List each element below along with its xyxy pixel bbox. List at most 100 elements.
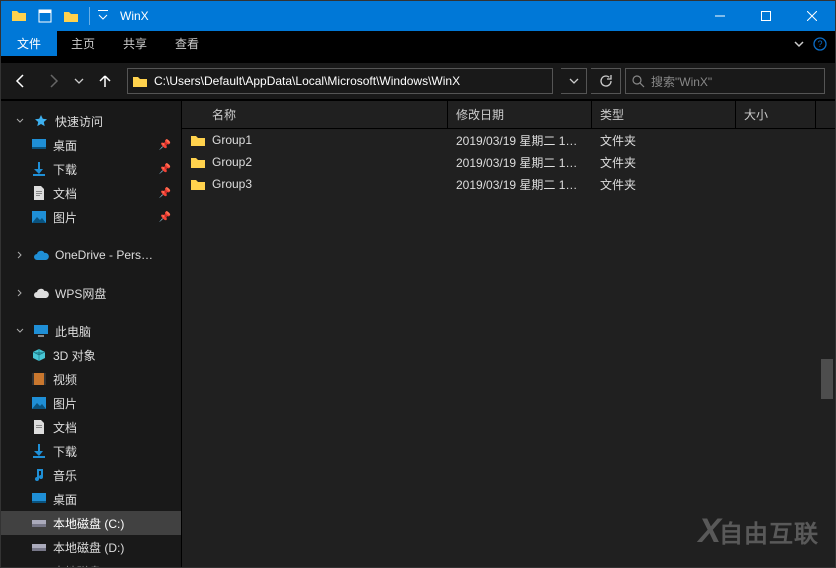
sidebar-item-label: 此电脑 [55,323,91,340]
desktop-icon [31,137,47,153]
sidebar-item-videos[interactable]: 视频 [1,367,181,391]
sidebar-item-label: 下载 [53,161,77,178]
sidebar-item-3d-objects[interactable]: 3D 对象 [1,343,181,367]
sidebar-item-this-pc[interactable]: 此电脑 [1,319,181,343]
close-button[interactable] [789,1,835,31]
pictures-icon [31,395,47,411]
folder-app-icon [7,4,31,28]
address-history-button[interactable] [561,68,587,94]
tab-share[interactable]: 共享 [109,31,161,56]
help-icon[interactable]: ? [813,37,827,51]
chevron-right-icon[interactable] [13,251,27,259]
sidebar-item-label: 桌面 [53,137,77,154]
sidebar-item-downloads2[interactable]: 下载 [1,439,181,463]
sidebar-item-quick-access[interactable]: 快速访问 [1,109,181,133]
file-row[interactable]: Group3 2019/03/19 星期二 1… 文件夹 [182,173,835,195]
column-header-name[interactable]: 名称 [182,101,448,128]
search-box[interactable]: 搜索"WinX" [625,68,825,94]
tab-view[interactable]: 查看 [161,31,213,56]
download-icon [31,443,47,459]
cube-icon [31,347,47,363]
scrollbar[interactable] [819,129,835,567]
sidebar-item-pictures[interactable]: 图片 📌 [1,205,181,229]
pictures-icon [31,209,47,225]
file-date: 2019/03/19 星期二 1… [448,154,592,171]
sidebar-item-documents2[interactable]: 文档 [1,415,181,439]
back-button[interactable] [7,68,35,94]
pc-icon [33,323,49,339]
sidebar-item-desktop[interactable]: 桌面 📌 [1,133,181,157]
new-folder-icon[interactable] [59,4,83,28]
ribbon-tabs: 文件 主页 共享 查看 ? [1,31,835,57]
sidebar-item-wps[interactable]: WPS网盘 [1,281,181,305]
titlebar: WinX [1,1,835,31]
sidebar-item-label: 文档 [53,419,77,436]
refresh-button[interactable] [591,68,621,94]
sidebar-item-label: 音乐 [53,467,77,484]
file-tab[interactable]: 文件 [1,31,57,56]
column-header-type[interactable]: 类型 [592,101,736,128]
qat-dropdown-icon[interactable] [96,4,110,28]
maximize-button[interactable] [743,1,789,31]
file-date: 2019/03/19 星期二 1… [448,176,592,193]
file-row[interactable]: Group1 2019/03/19 星期二 1… 文件夹 [182,129,835,151]
sidebar-item-pictures2[interactable]: 图片 [1,391,181,415]
ribbon-expand-icon[interactable] [793,38,805,50]
file-list-pane: 名称 修改日期 类型 大小 Group1 2019/03/19 星期二 1… 文… [181,101,835,567]
sidebar-item-label: 快速访问 [55,113,103,130]
sidebar-item-label: 下载 [53,443,77,460]
sidebar-item-drive-c[interactable]: 本地磁盘 (C:) [1,511,181,535]
address-bar[interactable] [127,68,553,94]
drive-icon [31,515,47,531]
pin-icon: 📌 [159,212,171,223]
file-type: 文件夹 [592,154,736,171]
forward-button[interactable] [39,68,67,94]
column-header-size[interactable]: 大小 [736,101,816,128]
window-title: WinX [120,9,149,23]
navigation-bar: 搜索"WinX" [1,63,835,99]
up-button[interactable] [91,68,119,94]
folder-icon [190,132,206,148]
document-icon [31,419,47,435]
desktop-icon [31,491,47,507]
file-row[interactable]: Group2 2019/03/19 星期二 1… 文件夹 [182,151,835,173]
watermark: X 自由互联 [698,512,819,551]
sidebar-item-drive-d[interactable]: 本地磁盘 (D:) [1,535,181,559]
address-input[interactable] [152,74,552,88]
column-header-date[interactable]: 修改日期 [448,101,592,128]
file-name: Group1 [212,133,252,147]
file-name: Group2 [212,155,252,169]
sidebar-item-documents[interactable]: 文档 📌 [1,181,181,205]
sidebar-item-label: 视频 [53,371,77,388]
video-icon [31,371,47,387]
sidebar-item-label: 图片 [53,209,77,226]
sidebar-item-label: 桌面 [53,491,77,508]
sidebar-item-downloads[interactable]: 下载 📌 [1,157,181,181]
watermark-text: 自由互联 [719,514,819,549]
recent-locations-button[interactable] [71,68,87,94]
sidebar-item-label: WPS网盘 [55,285,106,302]
sidebar-item-label: 本地磁盘 (D:) [53,539,124,556]
minimize-button[interactable] [697,1,743,31]
sidebar-item-desktop2[interactable]: 桌面 [1,487,181,511]
sidebar-item-onedrive[interactable]: OneDrive - Pers… [1,243,181,267]
folder-icon [190,176,206,192]
chevron-right-icon[interactable] [13,289,27,297]
sidebar-item-music[interactable]: 音乐 [1,463,181,487]
scrollbar-thumb[interactable] [821,359,833,399]
qat-separator [89,7,90,25]
chevron-down-icon[interactable] [13,117,27,125]
properties-icon[interactable] [33,4,57,28]
pin-icon: 📌 [159,140,171,151]
chevron-down-icon[interactable] [13,327,27,335]
tab-home[interactable]: 主页 [57,31,109,56]
pin-icon: 📌 [159,188,171,199]
column-header-label: 名称 [212,106,236,123]
sidebar-item-label: 本地磁盘 (E:) [53,563,124,568]
sidebar-item-label: 文档 [53,185,77,202]
sidebar-item-label: 图片 [53,395,77,412]
sidebar-item-drive-e[interactable]: 本地磁盘 (E:) [1,559,181,567]
music-icon [31,467,47,483]
svg-text:?: ? [817,39,822,49]
watermark-logo-icon: X [698,512,717,551]
